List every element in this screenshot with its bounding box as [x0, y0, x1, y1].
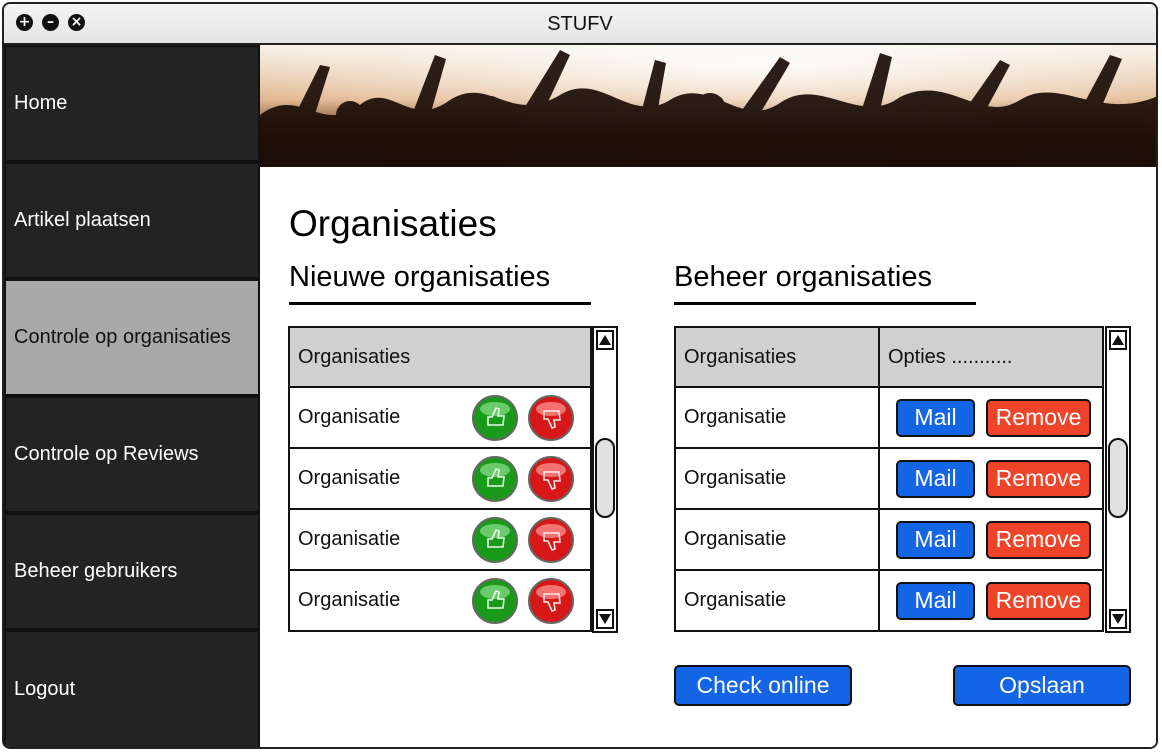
- table-header-organisaties: Organisaties: [288, 326, 592, 388]
- manage-table-scrollbar[interactable]: [1105, 326, 1131, 633]
- sidebar-item-controle-reviews[interactable]: Controle op Reviews: [4, 396, 260, 513]
- window-title: STUFV: [547, 13, 613, 35]
- mail-button[interactable]: Mail: [896, 581, 975, 620]
- thumbs-down-icon[interactable]: [526, 577, 576, 624]
- scroll-down-icon[interactable]: [596, 609, 614, 629]
- sidebar-item-label: Beheer gebruikers: [14, 560, 178, 582]
- check-online-button[interactable]: Check online: [674, 665, 852, 706]
- thumbs-up-icon[interactable]: [470, 394, 520, 441]
- scroll-up-icon[interactable]: [596, 330, 614, 350]
- table-row: Organisatie Mail Remove: [674, 447, 1104, 510]
- thumbs-up-icon[interactable]: [470, 516, 520, 563]
- table-row: Organisatie Mail Remove: [674, 508, 1104, 571]
- app-window: + – × STUFV Home Artikel plaatsen Contro…: [2, 2, 1158, 749]
- sidebar-item-logout[interactable]: Logout: [4, 630, 260, 747]
- remove-button[interactable]: Remove: [986, 459, 1091, 498]
- organisation-name: Organisatie: [298, 466, 401, 489]
- table-header-row: Organisaties Opties ...........: [674, 326, 1104, 388]
- remove-button[interactable]: Remove: [986, 398, 1091, 437]
- table-row: Organisatie: [288, 508, 592, 571]
- sidebar: Home Artikel plaatsen Controle op organi…: [4, 45, 260, 747]
- page-title: Organisaties: [289, 203, 497, 244]
- new-organisations-heading: Nieuwe organisaties: [289, 261, 591, 305]
- title-bar: + – × STUFV: [4, 4, 1156, 45]
- scroll-up-icon[interactable]: [1109, 330, 1127, 350]
- save-button[interactable]: Opslaan: [953, 665, 1131, 706]
- organisation-name: Organisatie: [674, 508, 880, 571]
- sidebar-item-label: Controle op Reviews: [14, 443, 199, 465]
- sidebar-item-label: Home: [14, 92, 68, 114]
- table-row: Organisatie: [288, 569, 592, 632]
- scroll-thumb[interactable]: [1108, 438, 1128, 518]
- mail-button[interactable]: Mail: [896, 459, 975, 498]
- sidebar-item-artikel-plaatsen[interactable]: Artikel plaatsen: [4, 162, 260, 279]
- organisation-name: Organisatie: [298, 588, 401, 611]
- sidebar-item-controle-organisaties[interactable]: Controle op organisaties: [4, 279, 260, 396]
- remove-button[interactable]: Remove: [986, 581, 1091, 620]
- table-row: Organisatie Mail Remove: [674, 569, 1104, 632]
- new-organisations-table: Organisaties Organisatie Organisatie Org…: [288, 326, 592, 632]
- mail-button[interactable]: Mail: [896, 520, 975, 559]
- table-header-organisaties: Organisaties: [674, 326, 880, 388]
- organisation-name: Organisatie: [674, 386, 880, 449]
- mail-button[interactable]: Mail: [896, 398, 975, 437]
- manage-organisations-heading: Beheer organisaties: [674, 261, 976, 305]
- organisation-name: Organisatie: [298, 527, 401, 550]
- table-row: Organisatie Mail Remove: [674, 386, 1104, 449]
- thumbs-down-icon[interactable]: [526, 455, 576, 502]
- table-row: Organisatie: [288, 386, 592, 449]
- sidebar-item-home[interactable]: Home: [4, 45, 260, 162]
- manage-organisations-table: Organisaties Opties ........... Organisa…: [674, 326, 1104, 632]
- new-table-scrollbar[interactable]: [592, 326, 618, 633]
- organisation-name: Organisatie: [298, 405, 401, 428]
- sidebar-item-label: Logout: [14, 678, 76, 700]
- sidebar-item-label: Controle op organisaties: [14, 326, 231, 348]
- thumbs-down-icon[interactable]: [526, 394, 576, 441]
- table-header-row: Organisaties: [288, 326, 592, 388]
- main-content: Organisaties Nieuwe organisaties Beheer …: [260, 167, 1156, 747]
- table-row: Organisatie: [288, 447, 592, 510]
- banner-image: [260, 45, 1156, 167]
- sidebar-item-beheer-gebruikers[interactable]: Beheer gebruikers: [4, 513, 260, 630]
- remove-button[interactable]: Remove: [986, 520, 1091, 559]
- thumbs-up-icon[interactable]: [470, 577, 520, 624]
- sidebar-item-label: Artikel plaatsen: [14, 209, 151, 231]
- organisation-name: Organisatie: [674, 447, 880, 510]
- thumbs-up-icon[interactable]: [470, 455, 520, 502]
- table-header-opties: Opties ...........: [878, 326, 1104, 388]
- organisation-name: Organisatie: [674, 569, 880, 632]
- scroll-thumb[interactable]: [595, 438, 615, 518]
- scroll-down-icon[interactable]: [1109, 609, 1127, 629]
- thumbs-down-icon[interactable]: [526, 516, 576, 563]
